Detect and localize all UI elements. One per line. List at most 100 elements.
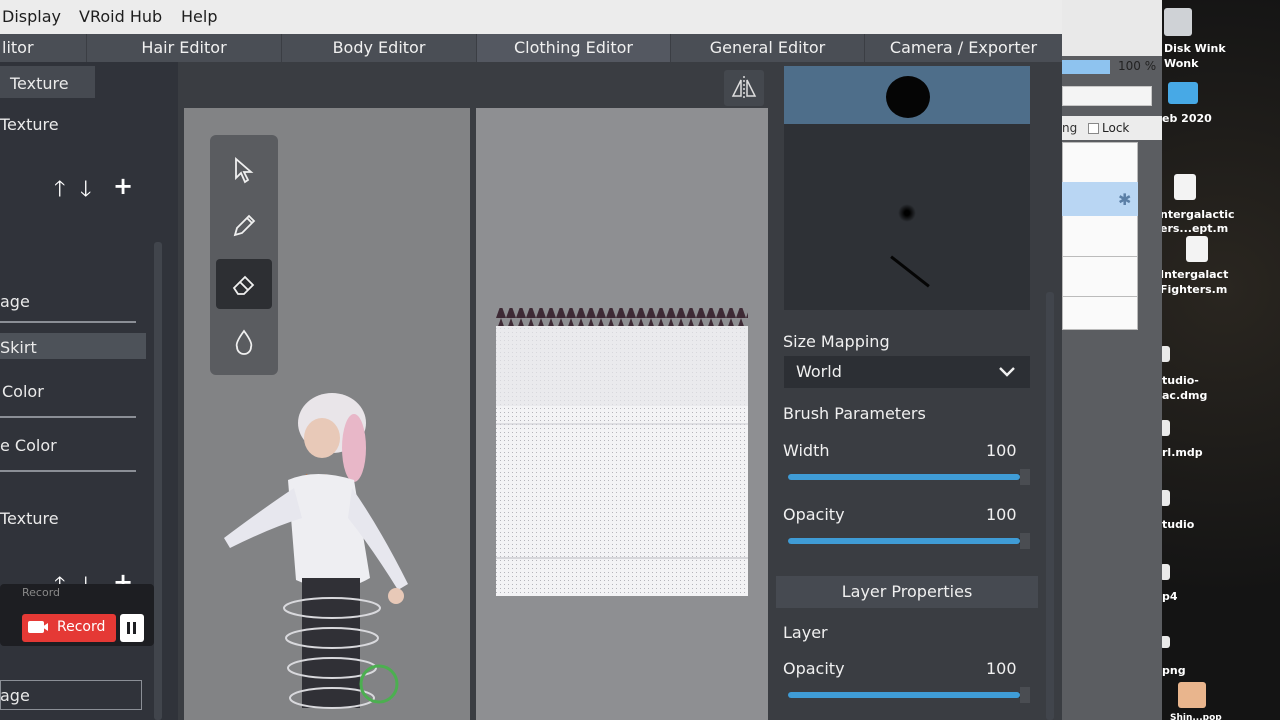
image-label: age xyxy=(0,292,30,311)
gear-icon[interactable]: ✱ xyxy=(1118,190,1131,209)
width-slider-thumb[interactable] xyxy=(1020,469,1030,485)
desktop-item-label: Fighters.m xyxy=(1160,283,1228,296)
eraser-tool[interactable] xyxy=(216,259,272,309)
drawing-toolbox xyxy=(210,135,278,375)
pause-button[interactable] xyxy=(120,614,144,642)
shade-color-label: e Color xyxy=(0,436,57,455)
menu-bar: Display VRoid Hub Help xyxy=(0,0,1062,34)
desktop-item-label: ac.dmg xyxy=(1162,389,1208,402)
size-mapping-label: Size Mapping xyxy=(783,332,890,351)
opacity-slider-fill xyxy=(788,538,1020,544)
width-slider[interactable] xyxy=(788,469,1030,485)
color-label: Color xyxy=(2,382,44,401)
fill-tool[interactable] xyxy=(216,317,272,367)
opacity-slider[interactable] xyxy=(788,533,1030,549)
bg-title-strip xyxy=(1062,0,1162,56)
layer-label: Layer xyxy=(783,623,828,642)
bottom-image-label: age xyxy=(0,686,30,705)
opacity-label: Opacity xyxy=(783,505,845,524)
desktop-item-label: eb 2020 xyxy=(1162,112,1212,125)
bg-ng-label: ng xyxy=(1062,121,1078,135)
eraser-icon xyxy=(232,275,255,295)
bg-progress-bar xyxy=(1062,60,1110,74)
tab-clothing-editor[interactable]: Clothing Editor xyxy=(477,34,671,62)
lock-checkbox[interactable] xyxy=(1088,123,1099,134)
desktop-item-label: Disk Wink xyxy=(1164,42,1226,55)
layer-opacity-slider[interactable] xyxy=(788,687,1030,703)
width-value[interactable]: 100 xyxy=(986,441,1017,460)
line-brush-icon[interactable] xyxy=(890,255,930,288)
opacity-slider-thumb[interactable] xyxy=(1020,533,1030,549)
mirror-icon xyxy=(731,76,757,100)
record-overlay: Record Record xyxy=(0,584,154,646)
record-button[interactable]: Record xyxy=(22,614,116,642)
brush-preview-selected[interactable] xyxy=(784,66,1030,124)
bg-dropdown[interactable] xyxy=(1062,86,1152,106)
right-panel: Size Mapping World Brush Parameters Widt… xyxy=(776,62,1062,720)
desktop-item-label: png xyxy=(1162,664,1186,677)
arrow-down-icon[interactable]: 🡓 xyxy=(80,172,91,210)
menu-vroid-hub[interactable]: VRoid Hub xyxy=(79,7,162,26)
bg-zoom-value: 100 % xyxy=(1118,59,1157,73)
divider xyxy=(0,416,136,418)
layer-opacity-label: Opacity xyxy=(783,659,845,678)
mirror-button[interactable] xyxy=(724,70,764,106)
bg-list-row-divider xyxy=(1062,256,1138,257)
pencil-icon xyxy=(233,214,256,237)
menu-display[interactable]: Display xyxy=(2,7,61,26)
texture-canvas[interactable] xyxy=(476,108,768,720)
background-window: 100 % ng Lock ✱ xyxy=(1062,0,1162,720)
cursor-icon xyxy=(235,157,254,184)
brush-parameters-title: Brush Parameters xyxy=(783,404,926,423)
droplet-icon xyxy=(235,329,253,355)
size-mapping-dropdown[interactable]: World xyxy=(784,356,1030,388)
texture-image xyxy=(496,308,748,596)
desktop-item-label: tudio xyxy=(1162,518,1195,531)
left-panel-scrollbar[interactable] xyxy=(154,242,162,720)
soft-brush-icon[interactable] xyxy=(898,204,916,222)
editor-tab-bar: litor Hair Editor Body Editor Clothing E… xyxy=(0,34,1062,62)
add-icon[interactable]: + xyxy=(113,172,133,200)
camera-lens-icon xyxy=(42,623,48,631)
tab-general-editor[interactable]: General Editor xyxy=(671,34,865,62)
vroid-studio-window: Display VRoid Hub Help litor Hair Editor… xyxy=(0,0,1062,720)
folder-icon[interactable] xyxy=(1168,82,1198,104)
record-button-label: Record xyxy=(57,619,106,635)
tab-body-editor[interactable]: Body Editor xyxy=(282,34,477,62)
tab-face-editor[interactable]: litor xyxy=(0,34,87,62)
texture-label: Texture xyxy=(0,509,59,528)
tab-hair-editor[interactable]: Hair Editor xyxy=(87,34,282,62)
divider xyxy=(0,321,136,323)
tab-camera-exporter[interactable]: Camera / Exporter xyxy=(865,34,1062,62)
image-thumbnail-icon[interactable] xyxy=(1178,682,1206,708)
round-brush-icon xyxy=(886,76,930,118)
record-caption: Record xyxy=(22,586,61,599)
disk-icon[interactable] xyxy=(1164,8,1192,36)
brush-list xyxy=(784,124,1030,310)
select-tool[interactable] xyxy=(216,145,272,195)
chevron-down-icon xyxy=(999,367,1015,377)
layer-properties-header[interactable]: Layer Properties xyxy=(776,576,1038,608)
section-texture-label: Texture xyxy=(0,115,59,134)
desktop-item-label: ntergalactic xyxy=(1160,208,1235,221)
layer-properties-title: Layer Properties xyxy=(841,582,973,601)
desktop-item-label: tudio- xyxy=(1162,374,1199,387)
right-panel-scrollbar[interactable] xyxy=(1046,292,1054,720)
size-mapping-value: World xyxy=(796,362,842,381)
pen-tool[interactable] xyxy=(216,201,272,251)
width-label: Width xyxy=(783,441,830,460)
divider xyxy=(0,470,136,472)
bg-list xyxy=(1062,142,1138,330)
menu-help[interactable]: Help xyxy=(181,7,217,26)
layer-opacity-slider-thumb[interactable] xyxy=(1020,687,1030,703)
file-icon[interactable] xyxy=(1174,174,1196,200)
desktop-item-label: Shin...pop xyxy=(1170,713,1222,720)
lock-label: Lock xyxy=(1102,121,1130,135)
skirt-item-label: Skirt xyxy=(0,338,37,357)
arrow-up-icon[interactable]: 🡑 xyxy=(54,172,65,210)
canvas-top-strip xyxy=(178,62,778,108)
file-icon[interactable] xyxy=(1186,236,1208,262)
desktop-item-label: Wonk xyxy=(1164,57,1199,70)
opacity-value[interactable]: 100 xyxy=(986,505,1017,524)
layer-opacity-value[interactable]: 100 xyxy=(986,659,1017,678)
